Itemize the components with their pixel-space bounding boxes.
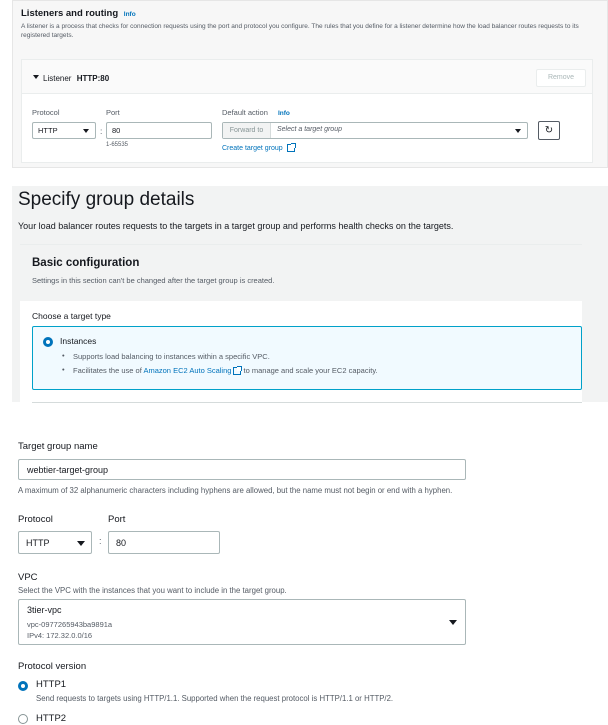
select-caret-icon (449, 620, 457, 625)
instances-bullet-2: Facilitates the use of Amazon EC2 Auto S… (73, 366, 378, 376)
http1-label: HTTP1 (36, 679, 67, 690)
default-action-text: Default action (222, 108, 268, 117)
group-details-section: Specify group details Your load balancer… (12, 186, 608, 403)
forward-to-label: Forward to (223, 123, 271, 138)
listener-name: HTTP:80 (76, 74, 110, 83)
listeners-info-link[interactable]: Info (124, 11, 136, 18)
vpc-select[interactable]: 3tier-vpc vpc-0977265943ba9891a IPv4: 17… (18, 599, 466, 645)
remove-button[interactable]: Remove (536, 69, 586, 87)
create-target-group-link[interactable]: Create target group (222, 143, 296, 152)
target-group-name-label: Target group name (18, 441, 98, 452)
select-caret-icon (83, 129, 89, 133)
listener-protocol-select[interactable]: HTTP (32, 122, 96, 139)
vpc-label: VPC (18, 572, 38, 583)
divider (32, 402, 582, 403)
listener-port-value: 80 (112, 126, 121, 135)
port-label: Port (106, 108, 120, 117)
caret-down-icon[interactable] (33, 75, 39, 79)
basic-config-title: Basic configuration (32, 257, 140, 269)
instances-label: Instances (60, 336, 97, 346)
http1-radio[interactable] (18, 681, 28, 691)
instances-option[interactable]: Instances • Supports load balancing to i… (32, 326, 582, 390)
listener-card: Listener HTTP:80 Remove Protocol HTTP : … (21, 59, 593, 163)
listeners-title-text: Listeners and routing (21, 8, 119, 19)
page-description: Your load balancer routes requests to th… (18, 221, 454, 231)
port-hint: 1-65535 (106, 142, 129, 148)
listener-label: Listener (43, 74, 72, 83)
basic-config-panel: Basic configuration Settings in this sec… (20, 244, 582, 403)
listeners-title: Listeners and routing Info (21, 8, 136, 19)
listener-port-input[interactable]: 80 (106, 122, 212, 139)
http2-label: HTTP2 (36, 713, 67, 724)
protocol-label: Protocol (18, 514, 53, 525)
target-group-form: Target group name webtier-target-group A… (0, 430, 608, 725)
select-caret-icon (515, 129, 521, 133)
bullet-dot: • (62, 365, 65, 374)
colon-separator: : (99, 536, 102, 546)
target-group-name-value: webtier-target-group (27, 465, 109, 475)
listeners-section: Listeners and routing Info A listener is… (12, 0, 608, 168)
page-title: Specify group details (18, 189, 195, 210)
basic-config-header (20, 245, 582, 301)
default-action-select[interactable]: Forward to Select a target group (222, 122, 528, 139)
bullet-2-prefix: Facilitates the use of (73, 366, 142, 375)
http1-description: Send requests to targets using HTTP/1.1.… (36, 694, 394, 703)
vpc-id: vpc-0977265943ba9891a (27, 620, 113, 629)
create-target-group-text: Create target group (222, 144, 283, 152)
http2-radio[interactable] (18, 714, 28, 724)
ec2-auto-scaling-link[interactable]: Amazon EC2 Auto Scaling (143, 366, 231, 375)
port-value: 80 (116, 538, 127, 548)
listeners-description: A listener is a process that checks for … (21, 23, 579, 39)
instances-bullet-1: Supports load balancing to instances wit… (73, 352, 270, 361)
default-action-label: Default action Info (222, 108, 290, 117)
colon-separator: : (100, 126, 103, 136)
external-link-icon (233, 366, 243, 376)
port-label: Port (108, 514, 126, 525)
bullet-dot: • (62, 351, 65, 360)
vpc-name: 3tier-vpc (27, 605, 62, 615)
vpc-hint: Select the VPC with the instances that y… (18, 586, 287, 595)
target-group-placeholder: Select a target group (277, 126, 342, 133)
basic-config-subtitle: Settings in this section can't be change… (32, 276, 275, 285)
refresh-button[interactable]: ↻ (538, 121, 560, 140)
select-caret-icon (77, 541, 85, 546)
protocol-label: Protocol (32, 108, 60, 117)
target-group-name-input[interactable]: webtier-target-group (18, 459, 466, 480)
vpc-cidr: IPv4: 172.32.0.0/16 (27, 631, 93, 640)
default-action-info-link[interactable]: Info (278, 110, 290, 117)
refresh-icon: ↻ (544, 125, 554, 136)
target-type-label: Choose a target type (32, 311, 111, 321)
target-group-name-hint: A maximum of 32 alphanumeric characters … (18, 486, 453, 495)
listener-heading: Listener HTTP:80 (43, 74, 109, 83)
listener-protocol-value: HTTP (38, 126, 58, 135)
instances-radio[interactable] (43, 337, 53, 347)
bullet-2-suffix: to manage and scale your EC2 capacity. (243, 366, 378, 375)
port-input[interactable]: 80 (108, 531, 220, 554)
protocol-value: HTTP (26, 538, 50, 548)
external-link-icon (286, 143, 296, 152)
protocol-version-label: Protocol version (18, 661, 87, 672)
protocol-select[interactable]: HTTP (18, 531, 92, 554)
